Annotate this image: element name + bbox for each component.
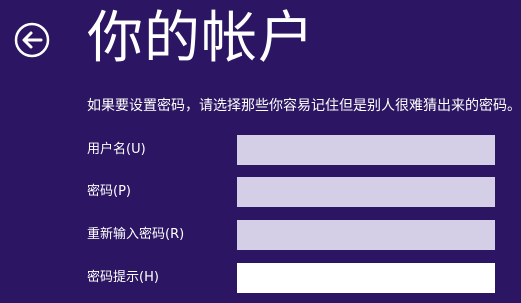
reenter-password-row: 重新输入密码(R) bbox=[87, 220, 497, 250]
back-button[interactable] bbox=[14, 22, 50, 58]
reenter-password-label: 重新输入密码(R) bbox=[87, 227, 185, 242]
username-field[interactable] bbox=[237, 135, 495, 165]
password-hint-label: 密码提示(H) bbox=[87, 270, 159, 285]
back-arrow-icon bbox=[14, 22, 50, 58]
account-page: { "page": { "title": "你的帐户", "back_icon"… bbox=[0, 0, 521, 303]
password-row: 密码(P) bbox=[87, 177, 497, 207]
password-field[interactable] bbox=[237, 177, 495, 207]
reenter-password-field[interactable] bbox=[237, 220, 495, 250]
username-label: 用户名(U) bbox=[87, 142, 146, 157]
password-hint-field[interactable] bbox=[237, 263, 495, 293]
password-label: 密码(P) bbox=[87, 184, 131, 199]
password-instruction: 如果要设置密码，请选择那些你容易记住但是别人很难猜出来的密码。 bbox=[87, 98, 521, 114]
password-hint-row: 密码提示(H) bbox=[87, 263, 497, 293]
page-title: 你的帐户 bbox=[87, 6, 315, 71]
username-row: 用户名(U) bbox=[87, 135, 497, 165]
